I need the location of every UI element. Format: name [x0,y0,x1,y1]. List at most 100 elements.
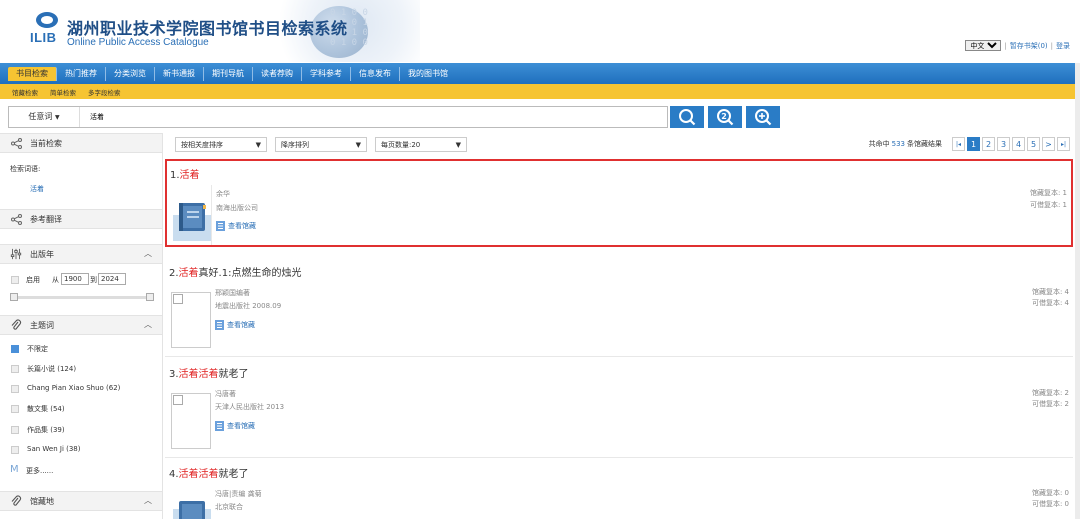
chevron-up-icon[interactable]: ︿ [144,248,152,259]
translation-header[interactable]: 参考翻译 [0,209,162,229]
order-dropdown[interactable]: 降序排列 ▼ [275,137,367,152]
search-field-select[interactable]: 任意词 ▼ [9,107,80,127]
view-holdings-link[interactable]: 查看馆藏 [215,320,255,330]
search-button[interactable] [670,106,704,128]
total-prefix: 共命中 [868,140,890,148]
nav-item-my-library[interactable]: 我的图书馆 [400,67,456,81]
nav-item-journals[interactable]: 期刊导航 [204,66,253,81]
result-item: 2.活着真好.1:点燃生命的烛光 邢颖国编著 地震出版社 2008.09 查看馆… [165,258,1073,353]
year-enable-checkbox[interactable] [11,276,19,284]
subject-checkbox[interactable] [11,365,19,373]
subject-header[interactable]: 主题词 ︿ [0,315,162,335]
available-count: 可借复本: 4 [1031,299,1069,307]
page-button[interactable]: 3 [997,137,1010,151]
subnav-multi-field-search[interactable]: 多字段检索 [88,87,121,97]
page-scrollbar[interactable] [1075,63,1080,519]
share-icon [10,137,22,149]
first-page-button[interactable]: |◂ [952,137,965,151]
subject-item[interactable]: 长篇小说 (124) [27,364,76,374]
nav-item-subject[interactable]: 学科参考 [302,66,351,81]
subject-item[interactable]: Chang Pian Xiao Shuo (62) [27,384,120,392]
svg-text:2: 2 [721,112,727,121]
year-enable-label: 启用 [26,276,40,284]
year-from-input[interactable]: 1900 [61,273,89,285]
subject-checkbox[interactable] [11,426,19,434]
barcode-icon [215,421,224,431]
nav-item-news[interactable]: 信息发布 [351,66,400,81]
ilib-logo[interactable]: ILIB [30,12,62,46]
site-subtitle: Online Public Access Catalogue [67,37,209,48]
result-title[interactable]: 2.活着真好.1:点燃生命的烛光 [169,264,301,279]
nav-item-recommend[interactable]: 读者荐购 [253,66,302,81]
chevron-up-icon[interactable]: ︿ [144,319,152,330]
result-item: 1.活着 余华 南海出版公司 查看馆藏 馆藏复本: 1 可借复本: 1 [165,159,1073,247]
broken-image-icon[interactable] [171,393,211,449]
page-button[interactable]: 2 [982,137,995,151]
search-plus-icon [755,109,772,126]
main-nav: 书目检索 热门推荐 分类浏览 新书通报 期刊导航 读者荐购 学科参考 信息发布 … [0,63,1075,84]
subject-item-any[interactable]: 不限定 [27,344,48,354]
subject-item[interactable]: San Wen Ji (38) [27,445,80,453]
year-to-input[interactable]: 2024 [98,273,126,285]
result-title[interactable]: 4.活着活着就老了 [169,465,249,480]
subject-checkbox[interactable] [11,385,19,393]
subject-checkbox-any[interactable] [11,345,19,353]
total-suffix: 条馆藏结果 [907,140,942,148]
book-cover-icon[interactable] [173,495,211,519]
view-holdings-link[interactable]: 查看馆藏 [215,421,255,431]
page-button[interactable]: 5 [1027,137,1040,151]
result-title[interactable]: 1.活着 [170,166,200,181]
site-title: 湖州职业技术学院图书馆书目检索系统 [67,19,348,38]
available-count: 可借复本: 2 [1031,400,1069,408]
subject-title: 主题词 [30,320,54,330]
language-select[interactable]: 中文 [965,40,1002,51]
year-range-slider[interactable] [10,293,154,301]
year-from-label: 从 [52,276,59,284]
year-to-label: 到 [90,276,97,284]
barcode-icon [216,221,225,231]
subnav-simple-search[interactable]: 简单检索 [50,87,76,97]
nav-item-hot[interactable]: 热门推荐 [57,66,106,81]
slider-handle-left[interactable] [10,293,18,301]
last-page-button[interactable]: ▸| [1057,137,1070,151]
current-search-title: 当前检索 [30,138,62,148]
subject-more-link[interactable]: 更多...... [26,466,53,476]
nav-item-new-books[interactable]: 新书通报 [155,66,204,81]
slider-handle-right[interactable] [146,293,154,301]
search-input[interactable] [88,112,652,122]
view-holdings-link[interactable]: 查看馆藏 [216,221,256,231]
page-button[interactable]: 1 [967,137,980,151]
page-button[interactable]: 4 [1012,137,1025,151]
result-title[interactable]: 3.活着活着就老了 [169,365,249,380]
search-icon [679,109,696,126]
subject-item[interactable]: 散文集 (54) [27,404,65,414]
subject-checkbox[interactable] [11,405,19,413]
result-item: 4.活着活着就老了 冯唐|责编 龚菊 北京联合 馆藏复本: 0 可借复本: 0 [165,459,1073,519]
secondary-search-button[interactable]: 2 [708,106,742,128]
pub-year-title: 出版年 [30,249,54,259]
location-header[interactable]: 馆藏地 ︿ [0,491,162,511]
nav-item-browse[interactable]: 分类浏览 [106,66,155,81]
per-page-dropdown[interactable]: 每页数量:20 ▼ [375,137,467,152]
result-publisher: 南海出版公司 [216,204,258,212]
pub-year-header[interactable]: 出版年 ︿ [0,244,162,264]
login-link[interactable]: 登录 [1056,41,1070,51]
nav-item-catalog-search[interactable]: 书目检索 [8,66,57,81]
subject-item[interactable]: 作品集 (39) [27,425,65,435]
next-page-button[interactable]: > [1042,137,1055,151]
search-term-value[interactable]: 活着 [30,184,44,194]
broken-image-icon[interactable] [171,292,211,348]
sort-dropdown[interactable]: 按相关度排序 ▼ [175,137,267,152]
book-cover-icon[interactable] [173,193,211,241]
subnav-holdings-search[interactable]: 馆藏检索 [12,87,38,97]
subject-checkbox[interactable] [11,446,19,454]
chevron-up-icon[interactable]: ︿ [144,495,152,506]
result-author: 冯唐著 [215,390,236,398]
result-author: 余华 [216,190,230,198]
advanced-search-button[interactable] [746,106,780,128]
current-search-header[interactable]: 当前检索 [0,133,162,153]
barcode-icon [215,320,224,330]
bookshelf-link[interactable]: 暂存书架(0) [1010,41,1048,51]
search-bar: 任意词 ▼ [8,106,668,128]
share-icon [10,213,22,225]
